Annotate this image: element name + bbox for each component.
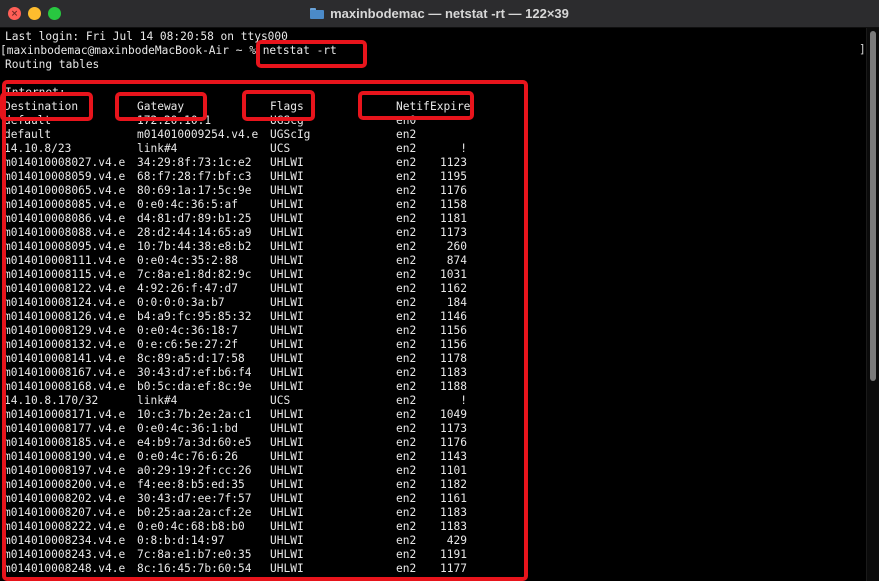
scrollbar-thumb[interactable] [870,31,876,381]
window-title-group: maxinbodemac — netstat -rt — 122×39 [0,0,879,27]
login-line: Last login: Fri Jul 14 08:20:58 on ttys0… [5,30,288,43]
window-title: maxinbodemac — netstat -rt — 122×39 [330,6,569,21]
highlight-destination [0,92,93,121]
scroll-marker: ] [859,43,866,56]
folder-icon [310,8,325,19]
highlight-gateway [115,92,207,121]
highlight-flags [242,90,315,121]
shell-prompt: [maxinbodemac@maxinbodeMacBook-Air ~ % [0,44,263,57]
terminal-window: × maxinbodemac — netstat -rt — 122×39 La… [0,0,879,581]
highlight-table [2,80,528,581]
highlight-command [256,40,367,68]
highlight-netif-expire [358,91,474,120]
title-bar[interactable]: × maxinbodemac — netstat -rt — 122×39 [0,0,879,28]
vertical-scrollbar[interactable] [866,28,879,581]
routing-title: Routing tables [5,58,100,71]
